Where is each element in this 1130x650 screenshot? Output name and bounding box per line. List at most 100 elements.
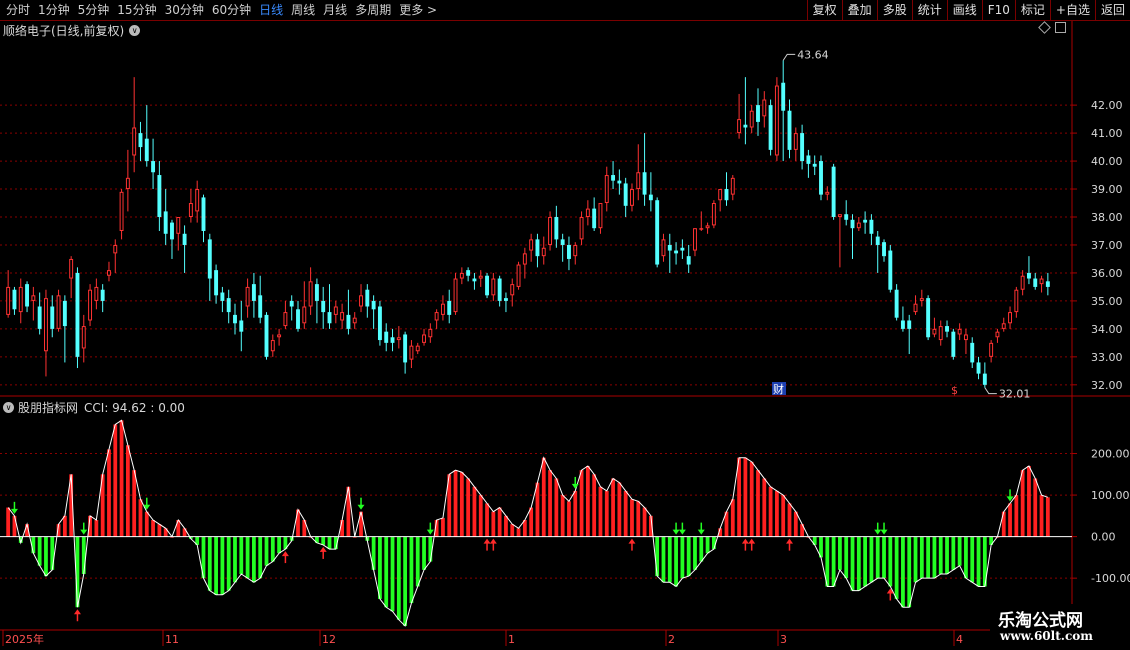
candle-body xyxy=(333,306,338,315)
cci-bar xyxy=(459,472,464,537)
candle-body xyxy=(314,284,319,301)
candle-body xyxy=(258,295,263,318)
cci-bar xyxy=(50,536,55,570)
cci-bar xyxy=(478,495,483,537)
candle-body xyxy=(359,295,363,307)
candle-body xyxy=(12,289,17,310)
candle-body xyxy=(327,312,332,324)
candle-body xyxy=(743,124,748,128)
maximize-icon[interactable] xyxy=(1055,22,1066,33)
cci-bar xyxy=(642,507,647,537)
cci-bar xyxy=(327,536,332,550)
cci-bar xyxy=(793,511,798,537)
candle-body xyxy=(50,306,55,329)
sell-arrow-head xyxy=(426,529,434,535)
chart-canvas[interactable]: 32.00 33.00 34.00 35.00 36.00 37.00 38.00 39.00… xyxy=(0,0,1130,650)
indicator-name: 股朋指标网 xyxy=(18,401,79,415)
candle-body xyxy=(938,326,943,341)
cci-bar xyxy=(604,490,609,537)
y-tick-label: 36.00 xyxy=(1091,267,1123,280)
sell-arrow-head xyxy=(874,529,882,535)
y-tick-label: 38.00 xyxy=(1091,211,1123,224)
candle-body xyxy=(377,306,382,341)
diamond-icon[interactable] xyxy=(1038,21,1051,34)
candle-body xyxy=(882,242,886,257)
cci-bar xyxy=(611,478,615,537)
candle-body xyxy=(989,342,994,357)
cci-bar xyxy=(907,536,912,608)
candle-body xyxy=(548,217,553,245)
candle-body xyxy=(762,99,767,117)
chevron-down-icon[interactable]: ∨ xyxy=(3,402,14,413)
candle-body xyxy=(951,331,956,357)
candle-body xyxy=(119,191,124,231)
candle-body xyxy=(1020,275,1025,290)
cci-bar xyxy=(541,457,546,537)
candle-body xyxy=(302,306,307,324)
cci-bar xyxy=(277,536,281,554)
chevron-down-icon[interactable]: ∨ xyxy=(129,25,141,36)
buy-arrow-head xyxy=(319,546,327,552)
event-marker-label: 财 xyxy=(773,382,784,396)
cci-bar xyxy=(630,499,634,537)
cci-bar xyxy=(516,528,521,537)
cci-bar xyxy=(838,536,842,570)
candle-body xyxy=(1001,323,1006,329)
candle-body xyxy=(1026,272,1031,279)
cci-bar xyxy=(12,515,17,537)
high-pointer xyxy=(782,53,796,61)
candle-body xyxy=(711,203,716,226)
candle-body xyxy=(617,180,622,184)
stock-title[interactable]: 顺络电子(日线,前复权) ∨ xyxy=(3,22,141,39)
candle-body xyxy=(459,272,464,279)
candle-body xyxy=(1008,312,1012,324)
panel-controls xyxy=(1038,21,1066,34)
cci-bar xyxy=(913,536,918,583)
cci-bar xyxy=(623,490,628,537)
candle-body xyxy=(75,272,80,357)
cci-bar xyxy=(1039,495,1044,537)
cci-bar xyxy=(529,507,534,537)
candle-body xyxy=(535,239,540,257)
candle-body xyxy=(787,110,792,150)
cci-bar xyxy=(756,470,760,537)
cci-bar xyxy=(579,470,584,537)
cci-bar xyxy=(220,536,225,595)
y-tick-label: -100.00 xyxy=(1091,572,1130,585)
cci-bar xyxy=(6,507,11,537)
logo-text: 乐淘公式网 xyxy=(998,611,1083,631)
candle-body xyxy=(900,320,905,329)
cci-bar xyxy=(1008,503,1012,537)
cci-bar xyxy=(680,536,685,579)
low-label: 32.01 xyxy=(999,388,1031,401)
x-tick-label: 4 xyxy=(956,633,963,646)
candle-body xyxy=(365,289,370,307)
indicator-title[interactable]: ∨ 股朋指标网 CCI: 94.62 : 0.00 xyxy=(3,399,185,416)
candle-body xyxy=(340,312,345,321)
cci-bar xyxy=(264,536,269,566)
cci-bar xyxy=(453,470,458,537)
low-pointer xyxy=(984,387,997,395)
cci-bar xyxy=(94,520,99,537)
cci-bar xyxy=(762,478,767,537)
cci-bar xyxy=(749,461,754,537)
candle-body xyxy=(630,189,634,206)
cci-bar xyxy=(932,536,937,579)
x-tick-label: 12 xyxy=(322,633,336,646)
cci-bar xyxy=(775,490,779,537)
candle-body xyxy=(894,289,899,318)
candle-body xyxy=(837,214,842,217)
cci-bar xyxy=(245,536,250,579)
candle-body xyxy=(428,328,433,338)
candle-body xyxy=(825,191,830,195)
candle-body xyxy=(214,270,219,296)
candle-body xyxy=(107,270,111,276)
candle-body xyxy=(497,278,502,301)
candle-body xyxy=(277,334,282,338)
candle-body xyxy=(648,194,653,201)
candle-body xyxy=(1014,289,1019,313)
candle-body xyxy=(636,172,641,190)
cci-bar xyxy=(321,536,326,545)
cci-bar xyxy=(441,517,445,537)
cci-bar xyxy=(598,486,603,537)
